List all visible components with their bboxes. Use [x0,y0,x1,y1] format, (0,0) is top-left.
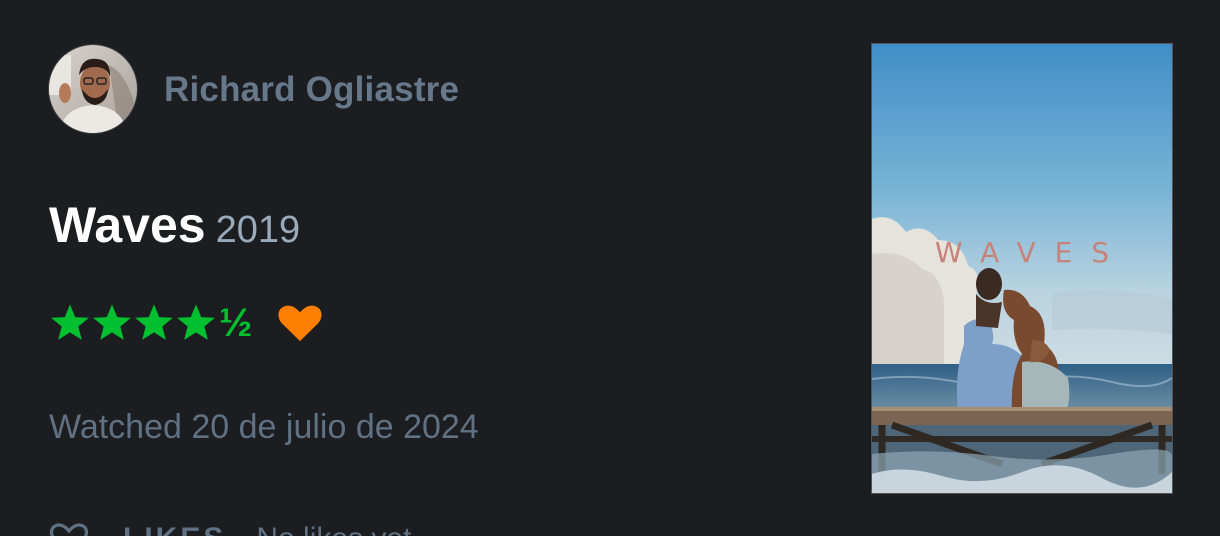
likes-label[interactable]: LIKES [123,522,226,536]
star-icon [91,303,133,343]
username[interactable]: Richard Ogliastre [164,70,459,110]
no-likes-text: No likes yet [256,522,411,536]
watched-date: Watched 20 de julio de 2024 [49,408,479,446]
star-icon [175,303,217,343]
star-rating: ½ [49,300,252,346]
film-poster[interactable]: WAVES [872,44,1172,493]
star-icon [49,303,91,343]
avatar[interactable] [49,45,137,133]
film-heading: Waves 2019 [49,195,300,268]
poster-title: WAVES [934,236,1129,269]
film-title[interactable]: Waves [49,197,206,253]
avatar-image [49,45,137,133]
like-heart-icon[interactable] [49,522,89,536]
heart-icon [278,305,322,342]
review-page: Richard Ogliastre Waves 2019 ½ Watched 20… [0,0,1220,536]
likes-row: LIKES No likes yet [49,522,411,536]
film-year[interactable]: 2019 [216,209,301,251]
star-icon [133,303,175,343]
half-star-glyph: ½ [219,301,253,345]
rating-row: ½ [49,300,322,346]
